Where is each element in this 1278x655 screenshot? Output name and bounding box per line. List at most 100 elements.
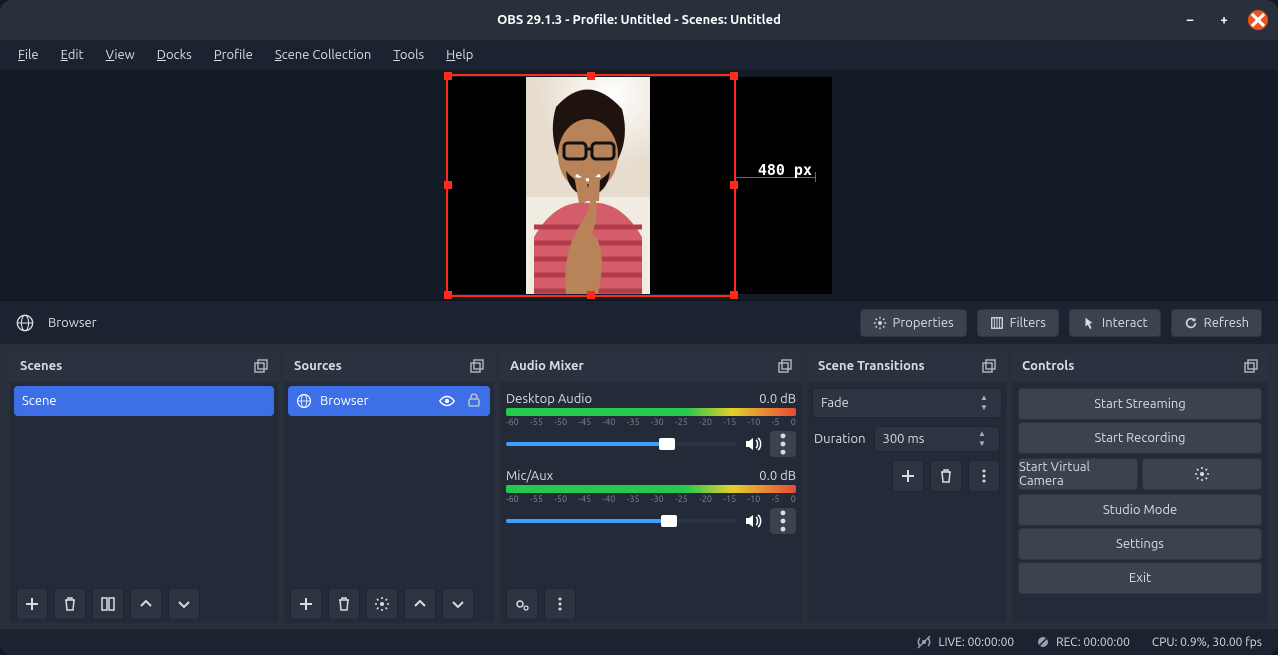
mixer-menu-button[interactable] (544, 588, 576, 620)
globe-icon (296, 393, 312, 409)
track-db: 0.0 dB (759, 469, 796, 483)
filters-icon (990, 316, 1004, 330)
transitions-title: Scene Transitions (818, 359, 925, 373)
remove-source-button[interactable] (328, 588, 360, 620)
minimize-button[interactable]: – (1180, 10, 1200, 30)
mixer-advanced-button[interactable] (506, 588, 538, 620)
studio-mode-button[interactable]: Studio Mode (1018, 494, 1262, 526)
interact-button[interactable]: Interact (1069, 309, 1161, 337)
maximize-button[interactable]: + (1214, 10, 1234, 30)
gear-cog-icon (514, 596, 530, 612)
resize-handle[interactable] (730, 181, 738, 189)
source-settings-button[interactable] (366, 588, 398, 620)
dots-vertical-icon (976, 468, 992, 484)
menu-help[interactable]: Help (446, 48, 473, 62)
popout-icon[interactable] (470, 359, 484, 373)
source-toolbar: Browser Properties Filters Interact Refr… (0, 300, 1278, 344)
duration-input[interactable]: 300 ms ▲▼ (874, 426, 1001, 452)
menu-file[interactable]: File (18, 48, 39, 62)
track-name: Mic/Aux (506, 469, 553, 483)
menu-view[interactable]: View (106, 48, 135, 62)
plus-icon (298, 596, 314, 612)
gear-icon (374, 596, 390, 612)
resize-handle[interactable] (587, 291, 595, 299)
track-menu-button[interactable] (770, 431, 796, 457)
rec-status: REC: 00:00:00 (1056, 636, 1130, 649)
chevron-down-icon (176, 596, 192, 612)
volume-slider[interactable] (506, 442, 736, 446)
menu-docks[interactable]: Docks (157, 48, 192, 62)
virtual-camera-settings-button[interactable] (1142, 458, 1262, 490)
transition-select[interactable]: Fade ▲▼ (812, 388, 1002, 418)
chevron-up-icon: ▲ (975, 393, 993, 403)
cpu-status: CPU: 0.9%, 30.00 fps (1152, 636, 1262, 649)
move-up-button[interactable] (404, 588, 436, 620)
scene-item[interactable]: Scene (14, 386, 274, 416)
add-source-button[interactable] (290, 588, 322, 620)
track-menu-button[interactable] (770, 508, 796, 534)
remove-scene-button[interactable] (54, 588, 86, 620)
scenes-panel: Scenes Scene (10, 350, 278, 623)
move-up-button[interactable] (130, 588, 162, 620)
plus-icon (24, 596, 40, 612)
resize-handle[interactable] (444, 72, 452, 80)
start-virtual-camera-button[interactable]: Start Virtual Camera (1018, 458, 1138, 490)
scene-label: Scene (22, 394, 57, 408)
scene-filter-button[interactable] (92, 588, 124, 620)
popout-icon[interactable] (1244, 359, 1258, 373)
resize-handle[interactable] (730, 72, 738, 80)
resize-handle[interactable] (444, 291, 452, 299)
refresh-icon (1184, 316, 1198, 330)
dots-vertical-icon (770, 431, 796, 457)
gear-icon (873, 316, 887, 330)
sources-panel: Sources Browser (284, 350, 494, 623)
audio-mixer-panel: Audio Mixer Desktop Audio0.0 dB -60-55-5… (500, 350, 802, 623)
controls-title: Controls (1022, 359, 1074, 373)
preview-canvas[interactable]: 480 px (446, 77, 832, 294)
move-down-button[interactable] (442, 588, 474, 620)
chevron-down-icon: ▼ (975, 403, 993, 413)
chevron-up-icon (138, 596, 154, 612)
transition-menu-button[interactable] (968, 460, 1000, 492)
trash-icon (336, 596, 352, 612)
menu-profile[interactable]: Profile (214, 48, 253, 62)
selection-outline[interactable]: 480 px (446, 74, 736, 297)
properties-button[interactable]: Properties (860, 309, 967, 337)
speaker-icon[interactable] (744, 435, 762, 453)
resize-handle[interactable] (587, 72, 595, 80)
chevron-down-icon: ▼ (973, 439, 991, 449)
statusbar: LIVE: 00:00:00 REC: 00:00:00 CPU: 0.9%, … (0, 629, 1278, 655)
source-item[interactable]: Browser (288, 386, 490, 416)
scenes-title: Scenes (20, 359, 62, 373)
refresh-button[interactable]: Refresh (1171, 309, 1262, 337)
menu-tools[interactable]: Tools (393, 48, 424, 62)
filters-button[interactable]: Filters (977, 309, 1059, 337)
grid-icon (100, 596, 116, 612)
resize-handle[interactable] (730, 291, 738, 299)
track-db: 0.0 dB (759, 392, 796, 406)
duration-label: Duration (814, 432, 866, 446)
speaker-icon[interactable] (744, 512, 762, 530)
close-button[interactable] (1248, 10, 1268, 30)
menu-edit[interactable]: Edit (61, 48, 84, 62)
move-down-button[interactable] (168, 588, 200, 620)
resize-handle[interactable] (444, 181, 452, 189)
remove-transition-button[interactable] (930, 460, 962, 492)
popout-icon[interactable] (778, 359, 792, 373)
broadcast-icon (916, 634, 932, 650)
globe-icon (16, 314, 34, 332)
exit-button[interactable]: Exit (1018, 562, 1262, 594)
add-scene-button[interactable] (16, 588, 48, 620)
start-recording-button[interactable]: Start Recording (1018, 422, 1262, 454)
menu-scene-collection[interactable]: Scene Collection (275, 48, 371, 62)
lock-icon[interactable] (466, 392, 482, 408)
start-streaming-button[interactable]: Start Streaming (1018, 388, 1262, 420)
eye-icon[interactable] (438, 392, 456, 410)
add-transition-button[interactable] (892, 460, 924, 492)
volume-slider[interactable] (506, 519, 736, 523)
popout-icon[interactable] (982, 359, 996, 373)
audio-meter (506, 408, 796, 416)
preview-area[interactable]: 480 px (0, 70, 1278, 300)
popout-icon[interactable] (254, 359, 268, 373)
settings-button[interactable]: Settings (1018, 528, 1262, 560)
